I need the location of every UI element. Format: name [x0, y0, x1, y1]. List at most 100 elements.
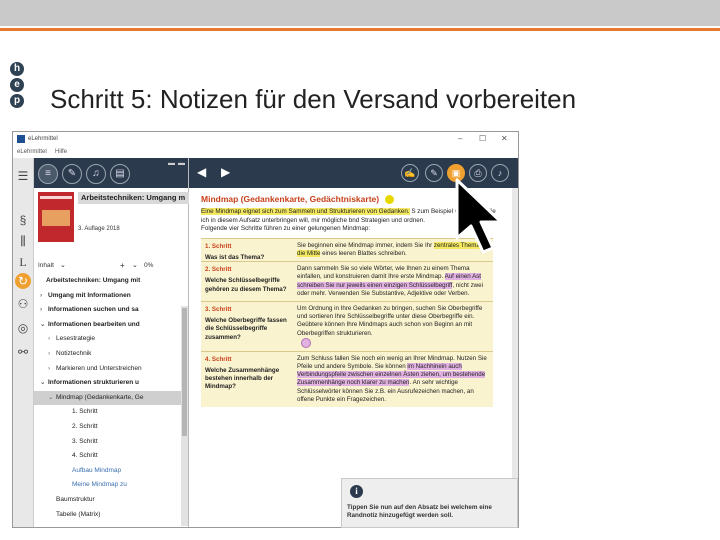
document-title-text: Mindmap (Gedankenkarte, Gedächtniskarte) — [201, 194, 380, 204]
tree-item[interactable]: ⌄ Mindmap (Gedankenkarte, Ge — [34, 390, 188, 406]
share-icon[interactable]: ⚯ — [15, 344, 31, 360]
step-text-part: eines leeren Blattes schreiben. — [320, 249, 407, 257]
tree-item-label: Lesestrategie — [56, 335, 96, 343]
sidebar-minimize-icon[interactable]: ▬ — [168, 160, 175, 167]
chevron-down-icon[interactable]: ⌄ — [60, 261, 66, 269]
menu-elehrmittel[interactable]: eLehrmittel — [17, 149, 47, 155]
tree-item[interactable]: 1. Schritt — [34, 405, 188, 420]
window-titlebar: eLehrmittel – ☐ ✕ — [13, 132, 518, 147]
book-edition: 3. Auflage 2018 — [78, 226, 120, 232]
tree-item[interactable]: Meine Mindmap zu — [34, 478, 188, 493]
marker-dot[interactable] — [385, 195, 395, 205]
back-button[interactable]: ◀ — [197, 165, 206, 179]
toc-icon[interactable]: ≡ — [38, 164, 58, 184]
step-label: 4. Schritt Welche Zusammenhänge bestehen … — [205, 356, 293, 392]
book-header[interactable]: Arbeitstechniken: Umgang m — [78, 192, 191, 204]
step-text-part: Um Ordnung in Ihre Gedanken zu bringen, … — [297, 304, 483, 337]
step-text: Dann sammeln Sie so viele Wörter, wie Ih… — [297, 262, 493, 301]
pages-icon[interactable]: ▤ — [110, 164, 130, 184]
chevron-down-icon[interactable]: ⌄ — [48, 391, 56, 406]
tree-item-label: Umgang mit Informationen — [48, 291, 131, 299]
window-title: eLehrmittel — [28, 136, 58, 142]
forward-button[interactable]: ▶ — [221, 165, 230, 179]
tree-item-label: Baumstruktur — [56, 495, 95, 503]
tree-item[interactable]: ⌄ Informationen strukturieren u — [34, 376, 188, 391]
chevron-right-icon[interactable]: › — [48, 332, 56, 347]
tree-item[interactable]: › Notiztechnik — [34, 347, 188, 362]
draw-icon[interactable]: ✍ — [401, 164, 419, 182]
step-text: Um Ordnung in Ihre Gedanken zu bringen, … — [297, 302, 493, 351]
step-question: Welche Schlüsselbegriffe gehören zu dies… — [205, 277, 287, 293]
chevron-right-icon[interactable]: › — [40, 289, 48, 304]
sidebar-scrollbar[interactable] — [181, 306, 188, 526]
tree-item[interactable]: 2. Schritt — [34, 420, 188, 435]
step-number: 1. Schritt — [205, 242, 232, 250]
note-pin-icon[interactable] — [301, 337, 311, 348]
tree-item[interactable]: 4. Schritt — [34, 449, 188, 464]
tree-item[interactable]: › Informationen suchen und sa — [34, 303, 188, 318]
paragraph-icon[interactable]: § — [15, 212, 31, 228]
tree-item[interactable]: ⌄ Informationen bearbeiten und — [34, 318, 188, 333]
chevron-right-icon[interactable]: › — [48, 347, 56, 362]
stats-icon[interactable]: ⫼ — [15, 233, 31, 249]
slide-accent-line — [0, 28, 720, 31]
tree-item[interactable]: › Lesestrategie — [34, 332, 188, 347]
tree-item[interactable]: Tabelle (Matrix) — [34, 508, 188, 523]
tree-item[interactable]: Aufbau Mindmap — [34, 464, 188, 479]
tree-item[interactable]: Baumstruktur — [34, 493, 188, 508]
sync-icon[interactable]: ↻ — [15, 273, 31, 289]
step-question: Welche Oberbegriffe fassen die Schlüssel… — [205, 317, 287, 341]
menu-hilfe[interactable]: Hilfe — [55, 149, 67, 155]
step-label: 3. Schritt Welche Oberbegriffe fassen die… — [205, 306, 293, 342]
tooltip-message: Tippen Sie nun auf den Absatz bei welche… — [347, 504, 492, 519]
step-row[interactable]: 3. Schritt Welche Oberbegriffe fassen die… — [201, 300, 493, 351]
tree-item-label: Informationen bearbeiten und — [48, 320, 140, 328]
chevron-down-icon[interactable]: ⌄ — [40, 318, 48, 333]
step-row[interactable]: 1. Schritt Was ist das Thema? Sie beginnen… — [201, 237, 493, 262]
pen-icon[interactable]: ✎ — [425, 164, 443, 182]
step-row[interactable]: 2. Schritt Welche Schlüsselbegriffe gehör… — [201, 261, 493, 301]
book-cover — [38, 192, 74, 242]
tree-item-label: Arbeitstechniken: Umgang mit — [46, 277, 141, 284]
app-icon — [17, 135, 25, 143]
step-row[interactable]: 4. Schritt Welche Zusammenhänge bestehen … — [201, 350, 493, 407]
tree-item-label: Informationen suchen und sa — [48, 306, 139, 314]
tree-item[interactable]: › Markieren und Unterstreichen — [34, 362, 188, 377]
close-button[interactable]: ✕ — [501, 134, 508, 143]
logo-letter-p: p — [10, 94, 24, 108]
globe-icon[interactable]: ◎ — [15, 320, 31, 336]
network-icon[interactable]: ⚇ — [15, 296, 31, 312]
slide-title: Schritt 5: Notizen für den Versand vorbe… — [50, 84, 577, 114]
tree-item-label: Meine Mindmap zu — [72, 481, 127, 489]
tree-item[interactable]: 3. Schritt — [34, 435, 188, 450]
tree-item-label: 4. Schritt — [72, 452, 98, 460]
bookmark-icon[interactable]: ✎ — [62, 164, 82, 184]
minimize-button[interactable]: – — [458, 134, 462, 143]
tree-item-label: 3. Schritt — [72, 437, 98, 445]
sidebar-close-icon[interactable]: ▬ — [178, 160, 185, 167]
steps-table: 1. Schritt Was ist das Thema? Sie beginnen… — [201, 237, 493, 407]
add-icon[interactable]: + — [120, 261, 125, 270]
maximize-button[interactable]: ☐ — [479, 134, 486, 143]
tree-item-label: Aufbau Mindmap — [72, 466, 122, 474]
chevron-right-icon[interactable]: › — [48, 362, 56, 377]
chevron-down-icon[interactable]: ⌄ — [40, 376, 48, 391]
zoom-chevron-icon[interactable]: ⌄ — [132, 261, 138, 269]
step-number: 2. Schritt — [205, 266, 232, 274]
content-label: Inhalt — [38, 262, 54, 269]
chevron-right-icon[interactable]: › — [40, 303, 48, 318]
step-label: 2. Schritt Welche Schlüsselbegriffe gehör… — [205, 266, 293, 294]
sidebar: ≡ ✎ ♫ ▤ ▬ ▬ Arbeitstechniken: Umgang m 3… — [34, 158, 191, 527]
tree-item[interactable]: Arbeitstechniken: Umgang mit — [34, 274, 188, 289]
tree-item-label: Tabelle (Matrix) — [56, 510, 101, 518]
tree-item-label: Mindmap (Gedankenkarte, Ge — [56, 393, 144, 401]
list-icon[interactable]: ☰ — [15, 168, 31, 184]
slide-top-bar — [0, 0, 720, 26]
dictionary-icon[interactable]: L — [15, 254, 31, 270]
tree-item[interactable]: › Umgang mit Informationen — [34, 289, 188, 304]
step-text-part: Dann sammeln Sie so viele Wörter, wie Ih… — [297, 265, 470, 281]
logo-letter-h: h — [10, 62, 24, 76]
logo-letter-e: e — [10, 78, 24, 92]
notes-icon[interactable]: ♫ — [86, 164, 106, 184]
intro-highlight: Eine Mindmap eignet sich zum Sammeln und… — [201, 208, 410, 216]
